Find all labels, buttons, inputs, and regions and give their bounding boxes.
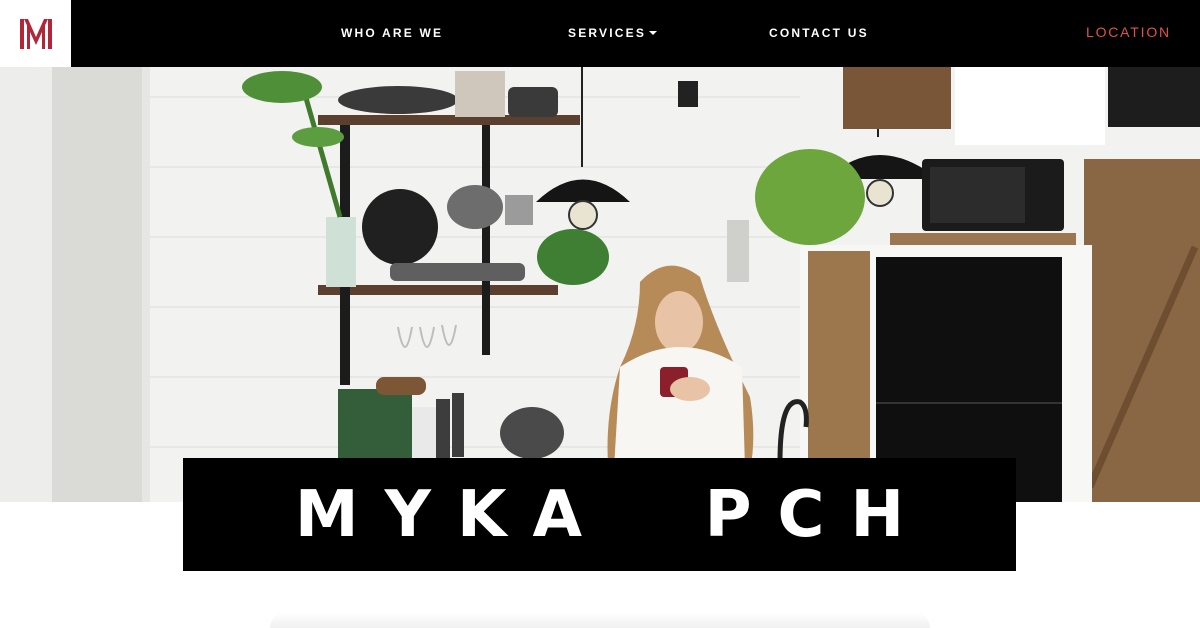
nav-who-are-we[interactable]: WHO ARE WE — [341, 26, 443, 40]
hero-title: MYKA PCH — [294, 477, 931, 552]
hero-image — [0, 67, 1200, 502]
nav-location-label: LOCATION — [1086, 24, 1171, 40]
logo-icon — [19, 18, 52, 49]
caret-down-icon — [649, 30, 658, 35]
section-shadow — [270, 612, 930, 628]
site-logo[interactable] — [0, 0, 71, 67]
top-navigation: WHO ARE WE SERVICES CONTACT US LOCATION — [0, 0, 1200, 67]
nav-who-are-we-label: WHO ARE WE — [341, 26, 444, 40]
hero-photo-illustration — [0, 67, 1200, 502]
nav-contact-us-label: CONTACT US — [769, 26, 869, 40]
nav-location[interactable]: LOCATION — [1086, 24, 1171, 40]
hero-title-banner: MYKA PCH — [183, 458, 1016, 571]
nav-services-dropdown[interactable]: SERVICES — [568, 26, 658, 40]
nav-services-label: SERVICES — [568, 26, 647, 40]
nav-contact-us[interactable]: CONTACT US — [769, 26, 869, 40]
